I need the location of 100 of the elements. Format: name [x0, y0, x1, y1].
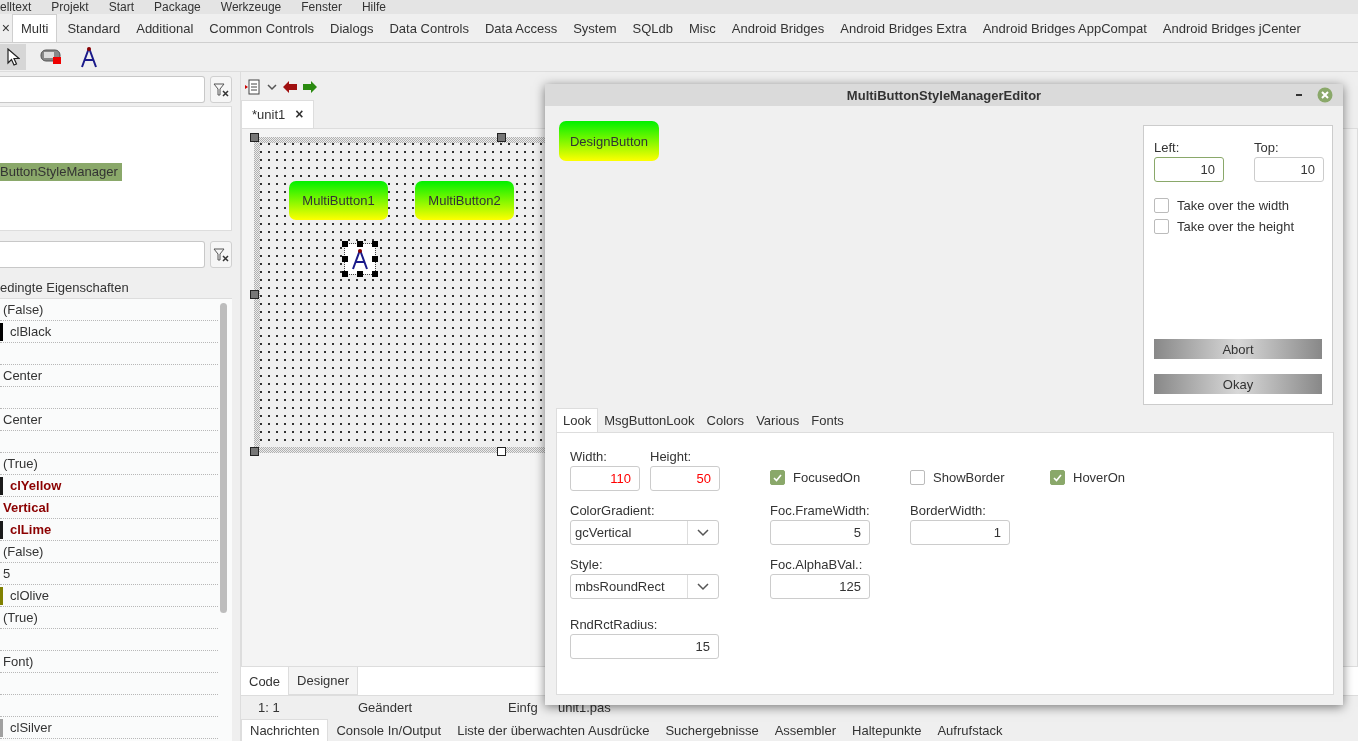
editor-tab[interactable]: *unit1 ×: [241, 99, 315, 128]
messages-tab[interactable]: Haltepunkte: [844, 720, 930, 741]
component[interactable]: [345, 243, 375, 274]
property-value[interactable]: clBlack: [7, 324, 52, 339]
palette-tab[interactable]: Data Access: [476, 14, 566, 42]
selection-handle[interactable]: [342, 240, 348, 247]
property-value[interactable]: Vertical: [0, 500, 50, 515]
palette-tab[interactable]: Android Bridges AppCompat: [974, 14, 1155, 42]
number-field[interactable]: 5: [770, 520, 870, 545]
number-field[interactable]: 15: [570, 634, 719, 659]
selection-handle[interactable]: [372, 255, 378, 262]
selection-handle[interactable]: [357, 270, 363, 277]
property-value[interactable]: Center: [0, 368, 43, 383]
selection-handle[interactable]: [342, 255, 348, 262]
palette-tab[interactable]: Android Bridges: [723, 14, 833, 42]
tree-item[interactable]: ButtonStyleManager: [0, 163, 122, 181]
property-value[interactable]: clLime: [7, 522, 52, 537]
property-value[interactable]: clOlive: [7, 588, 49, 603]
checkbox[interactable]: [1154, 198, 1169, 213]
dialog-tab[interactable]: Fonts: [805, 409, 850, 432]
multi-button[interactable]: MultiButton2: [415, 180, 514, 220]
property-value[interactable]: 5: [0, 566, 11, 581]
view-tab[interactable]: Designer: [288, 667, 359, 696]
checkbox[interactable]: [1154, 219, 1169, 234]
resize-handle[interactable]: [497, 446, 506, 456]
property-value[interactable]: (True): [0, 456, 38, 471]
close-button[interactable]: ×: [295, 106, 304, 123]
menu-item[interactable]: Fenster: [301, 0, 342, 14]
resize-handle[interactable]: [497, 132, 506, 142]
selection-handle[interactable]: [372, 240, 378, 247]
menu-item[interactable]: Hilfe: [361, 0, 386, 14]
action-button[interactable]: Okay: [1154, 374, 1322, 394]
checkbox[interactable]: [770, 470, 785, 485]
dropdown[interactable]: gcVertical: [570, 520, 719, 545]
dialog-tab[interactable]: Colors: [700, 409, 751, 432]
dialog-tab[interactable]: MsgButtonLook: [598, 409, 701, 432]
property-value[interactable]: (True): [0, 610, 38, 625]
checkbox[interactable]: [910, 470, 925, 485]
palette-tab[interactable]: Misc: [681, 14, 724, 42]
minimize-icon[interactable]: [1295, 93, 1303, 97]
selection-handle[interactable]: [372, 270, 378, 277]
property-value[interactable]: (False): [0, 544, 44, 559]
selection-handle[interactable]: [342, 270, 348, 277]
palette-tab[interactable]: SQLdb: [624, 14, 682, 42]
palette-tab[interactable]: Multi: [12, 14, 58, 42]
palette-tab[interactable]: Additional: [128, 14, 202, 42]
property-value[interactable]: (False): [0, 302, 44, 317]
search-field[interactable]: [0, 76, 205, 103]
messages-tab[interactable]: Assembler: [766, 720, 845, 741]
palette-tab[interactable]: Android Bridges jCenter: [1154, 14, 1309, 42]
number-field[interactable]: 1: [910, 520, 1010, 545]
messages-tab[interactable]: Nachrichten: [241, 719, 329, 741]
arrow-left-icon[interactable]: [283, 81, 297, 93]
messages-tab[interactable]: Suchergebnisse: [657, 720, 767, 741]
messages-tab[interactable]: Aufrufstack: [929, 720, 1011, 741]
number-field[interactable]: 10: [1154, 157, 1224, 182]
menu-item[interactable]: Package: [154, 0, 201, 14]
resize-handle[interactable]: [250, 289, 259, 299]
filter-clear-button[interactable]: [210, 241, 232, 268]
palette-tab[interactable]: System: [565, 14, 625, 42]
palette-tab[interactable]: Android Bridges Extra: [832, 14, 975, 42]
dropdown[interactable]: mbsRoundRect: [570, 574, 719, 599]
close-button[interactable]: ×: [0, 14, 10, 42]
action-button[interactable]: Abort: [1154, 339, 1322, 359]
status-text: 1: 1: [258, 699, 281, 715]
palette-tab[interactable]: Common Controls: [201, 14, 323, 42]
property-value[interactable]: Font): [0, 654, 34, 669]
tool-button[interactable]: [0, 44, 26, 70]
close-icon[interactable]: [1317, 87, 1333, 103]
scrollbar-thumb[interactable]: [220, 303, 227, 613]
number-field[interactable]: 10: [1254, 157, 1324, 182]
menu-item[interactable]: elltext: [0, 0, 32, 14]
menu-item[interactable]: Werkzeuge: [220, 0, 282, 14]
palette-tab[interactable]: Standard: [59, 14, 129, 42]
property-value[interactable]: Center: [0, 412, 43, 427]
number-field[interactable]: 50: [650, 466, 720, 491]
caret-icon[interactable]: [267, 83, 277, 91]
palette-tab[interactable]: Dialogs: [322, 14, 382, 42]
selection-handle[interactable]: [357, 240, 363, 247]
number-field[interactable]: 110: [570, 466, 640, 491]
arrow-right-icon[interactable]: [303, 81, 317, 93]
menu-item[interactable]: Projekt: [51, 0, 89, 14]
messages-tab[interactable]: Console In/Output: [328, 720, 450, 741]
property-value[interactable]: clSilver: [7, 720, 52, 735]
dialog-tab[interactable]: Various: [750, 409, 806, 432]
property-value[interactable]: clYellow: [7, 478, 62, 493]
multi-button[interactable]: MultiButton1: [289, 180, 388, 220]
dialog-tab[interactable]: Look: [556, 408, 599, 432]
pointer-icon: [6, 48, 20, 66]
menu-item[interactable]: Start: [108, 0, 135, 14]
resize-handle[interactable]: [250, 132, 259, 142]
checkbox[interactable]: [1050, 470, 1065, 485]
filter-clear-button[interactable]: [210, 76, 232, 103]
number-field[interactable]: 125: [770, 574, 870, 599]
document-icon[interactable]: [245, 79, 261, 95]
resize-handle[interactable]: [250, 446, 259, 456]
messages-tab[interactable]: Liste der überwachten Ausdrücke: [449, 720, 658, 741]
design-button[interactable]: DesignButton: [559, 121, 659, 161]
search-field[interactable]: [0, 241, 205, 268]
palette-tab[interactable]: Data Controls: [381, 14, 477, 42]
